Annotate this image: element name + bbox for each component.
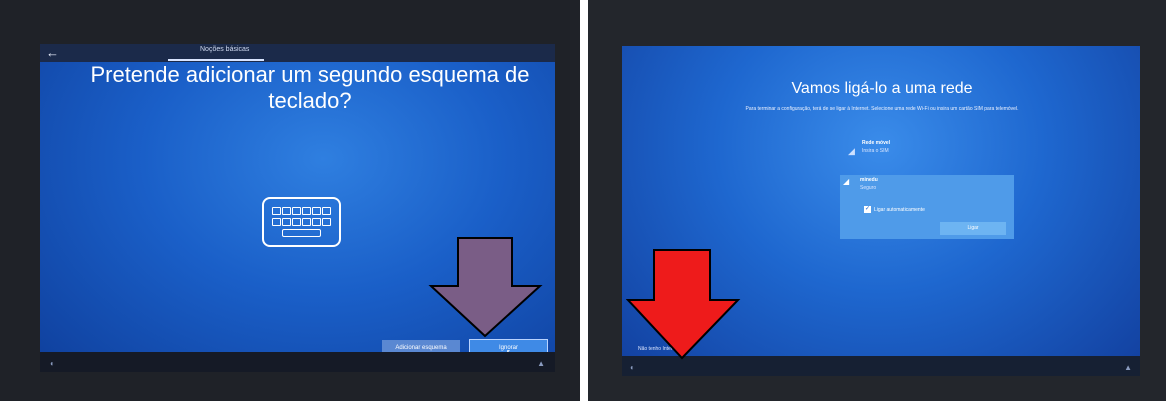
tab-underline (168, 59, 264, 61)
tab-nocoes-basicas: Noções básicas (200, 46, 250, 53)
page-subtitle: Para terminar a configuração, terá de se… (745, 106, 1019, 112)
volume-icon[interactable]: ▲ (1124, 363, 1132, 372)
network-name: minedu (860, 177, 878, 183)
cellular-signal-icon: ◢ (848, 146, 855, 156)
volume-icon[interactable]: ▲ (537, 359, 545, 368)
photo-right: Vamos ligá-lo a uma rede Para terminar a… (588, 0, 1166, 401)
network-name: Rede móvel (862, 140, 891, 146)
accessibility-icon[interactable]: ◐ (50, 359, 55, 368)
network-status: Insira o SIM (862, 148, 889, 154)
wifi-secure-icon: ◢ (843, 177, 850, 186)
keyboard-icon (262, 197, 341, 247)
network-item-mobile[interactable]: ◢ Rede móvel Insira o SIM (848, 138, 1008, 168)
network-item-wifi[interactable]: ◢ minedu Seguro ✓ Ligar automaticamente … (840, 175, 1014, 239)
connect-button[interactable]: Ligar (940, 222, 1006, 235)
top-bar: ← Noções básicas (40, 44, 555, 62)
title-line-2: teclado? (268, 88, 352, 113)
down-arrow-annotation-red (626, 249, 741, 360)
page-title: Vamos ligá-lo a uma rede (791, 80, 973, 97)
network-status: Seguro (860, 185, 877, 191)
accessibility-icon[interactable]: ◐ (630, 363, 635, 372)
photo-left: ← Noções básicas Pretende adicionar um s… (0, 0, 580, 401)
bottom-bar: ◐ ▲ (40, 352, 555, 372)
back-arrow-icon[interactable]: ← (46, 44, 59, 62)
auto-connect-checkbox[interactable]: ✓ (864, 206, 871, 213)
auto-connect-label: Ligar automaticamente (874, 206, 925, 213)
title-line-1: Pretende adicionar um segundo esquema de (90, 62, 530, 87)
down-arrow-annotation-purple (428, 237, 543, 338)
auto-connect-row[interactable]: ✓ Ligar automaticamente (864, 206, 925, 213)
page-title: Pretende adicionar um segundo esquema de… (80, 62, 540, 114)
